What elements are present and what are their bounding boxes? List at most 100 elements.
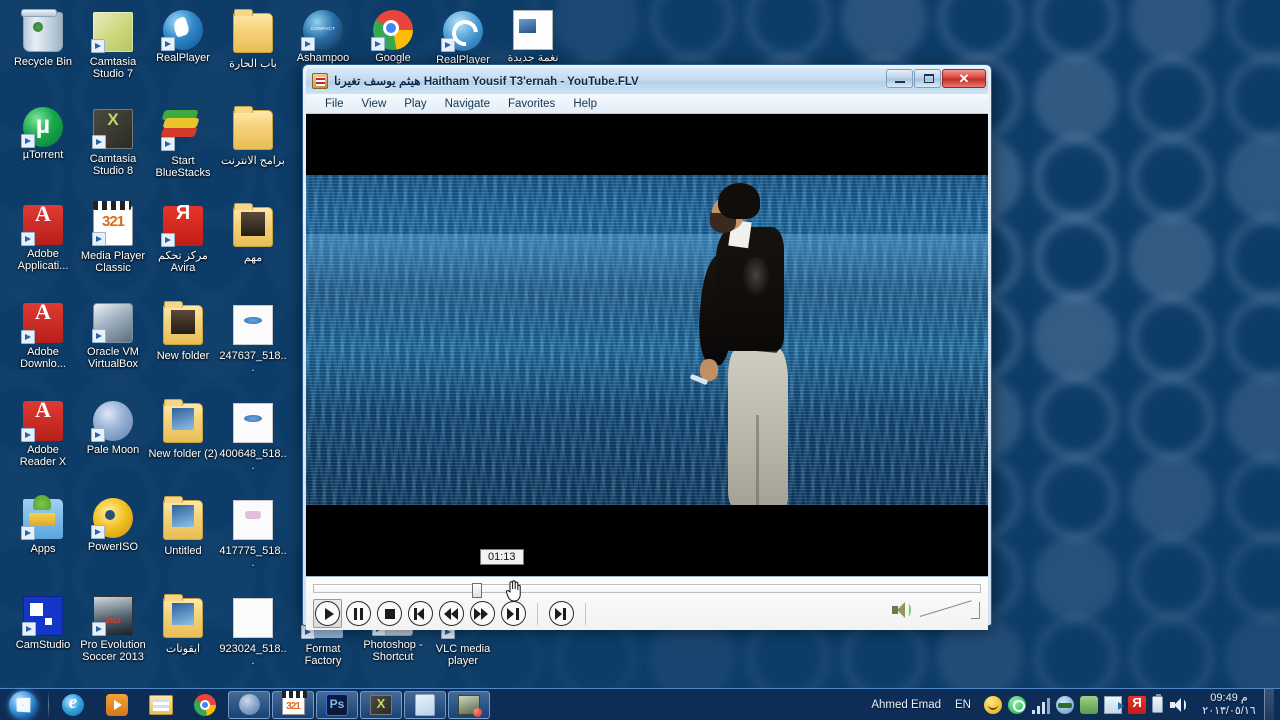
desktop-icon-label: Adobe Applicati...	[17, 248, 69, 272]
taskbar-clock[interactable]: 09:49 م ٢٠١٣/٠٥/١٦	[1198, 692, 1260, 718]
taskbar-media-player-classic[interactable]	[272, 690, 314, 719]
taskbar-notes[interactable]	[404, 690, 446, 719]
tray-smiley-icon[interactable]	[984, 695, 1002, 714]
video-display-area[interactable]: 01:13	[306, 114, 988, 576]
desktop-icon-untitled-folder[interactable]: Untitled	[148, 495, 218, 557]
desktop-icon-label: Apps	[30, 543, 56, 555]
desktop-icon-pale-moon[interactable]: Pale Moon	[78, 398, 148, 456]
media-player-classic-window[interactable]: هيثم يوسف تغيرنا Haitham Yousif T3'ernah…	[302, 64, 992, 630]
desktop-icon-start-bluestacks[interactable]: Start BlueStacks	[148, 105, 218, 179]
desktop-icon-poweriso[interactable]: PowerISO	[78, 495, 148, 553]
desktop-icon-realplayer[interactable]: RealPlayer	[148, 8, 218, 64]
desktop-icon-realplayer-conv[interactable]: RealPlayer	[428, 8, 498, 66]
desktop-icon-camtasia-studio-8[interactable]: Camtasia Studio 8	[78, 105, 148, 177]
language-indicator[interactable]: EN	[955, 699, 971, 711]
desktop-icon-adobe-download[interactable]: Adobe Downlo...	[8, 300, 78, 370]
tray-network-icon[interactable]	[1056, 695, 1074, 714]
desktop-icon-avira-control[interactable]: مركز تحكم Avira	[148, 202, 218, 274]
maximize-button[interactable]	[914, 69, 941, 88]
tray-volume-icon[interactable]	[1169, 696, 1187, 714]
speaker-icon[interactable]	[892, 601, 912, 619]
desktop-icon-image-247637[interactable]: 247637_518...	[218, 300, 288, 374]
image-400648-icon	[233, 403, 273, 443]
desktop-icon-image-417775[interactable]: 417775_518...	[218, 495, 288, 569]
desktop-icon-oracle-vm-virtualbox[interactable]: Oracle VM VirtualBox	[78, 300, 148, 370]
frame-step-button[interactable]	[547, 599, 576, 628]
menu-view[interactable]: View	[353, 96, 396, 112]
start-button[interactable]	[0, 690, 46, 720]
taskbar-windows-explorer[interactable]	[140, 691, 182, 719]
desktop-icon-adobe-application[interactable]: Adobe Applicati...	[8, 202, 78, 272]
taskbar-internet-explorer-icon	[62, 692, 84, 716]
tray-signal-icon[interactable]	[1032, 695, 1050, 714]
window-titlebar[interactable]: هيثم يوسف تغيرنا Haitham Yousif T3'ernah…	[306, 68, 988, 94]
desktop[interactable]: Recycle Bin Camtasia Studio 7 RealPlayer با…	[0, 0, 1280, 720]
desktop-icon-camtasia-studio-7[interactable]: Camtasia Studio 7	[78, 8, 148, 80]
clock-time: 09:49 م	[1210, 691, 1248, 704]
pause-icon	[346, 601, 371, 626]
desktop-icon-label: 417775_518...	[219, 545, 287, 569]
desktop-icon-ashampoo[interactable]: Ashampoo	[288, 8, 358, 64]
shortcut-arrow-icon	[161, 137, 175, 151]
desktop-icon-pro-evolution-soccer-2013[interactable]: Pro Evolution Soccer 2013	[78, 593, 148, 663]
seek-slider-thumb[interactable]	[472, 583, 482, 598]
stop-button[interactable]	[375, 599, 404, 628]
taskbar-camtasia[interactable]	[360, 690, 402, 719]
desktop-icon-utorrent[interactable]: µTorrent	[8, 105, 78, 161]
desktop-icon-image-400648[interactable]: 400648_518...	[218, 398, 288, 472]
step-back-button[interactable]	[437, 599, 466, 628]
volume-group[interactable]	[892, 597, 980, 619]
skip-forward-button[interactable]	[499, 599, 528, 628]
tray-avira-icon[interactable]	[1128, 695, 1146, 714]
desktop-icon-folder-bab-alhara[interactable]: باب الحارة	[218, 8, 288, 70]
menu-favorites[interactable]: Favorites	[499, 96, 564, 112]
taskbar-pale-moon[interactable]	[228, 690, 270, 719]
pause-button[interactable]	[344, 599, 373, 628]
step-forward-button[interactable]	[468, 599, 497, 628]
desktop-icon-label: نغمة جديدة	[507, 52, 559, 64]
tray-message-icon[interactable]	[1080, 695, 1098, 714]
close-button[interactable]: ✕	[942, 69, 986, 88]
desktop-icon-image-923024[interactable]: 923024_518...	[218, 593, 288, 667]
play-button[interactable]	[313, 599, 342, 628]
play-icon	[315, 601, 340, 626]
menu-play[interactable]: Play	[395, 96, 435, 112]
desktop-icon-new-folder-2[interactable]: New folder (2)	[148, 398, 218, 460]
menu-navigate[interactable]: Navigate	[436, 96, 499, 112]
seek-slider[interactable]	[313, 583, 981, 598]
desktop-icon-media-player-classic[interactable]: Media Player Classic	[78, 201, 148, 274]
tray-battery-icon[interactable]	[1152, 694, 1163, 713]
desktop-icon-recycle-bin[interactable]: Recycle Bin	[8, 8, 78, 68]
desktop-icon-folder-muhim[interactable]: مهم	[218, 202, 288, 264]
taskbar-photoshop[interactable]	[316, 690, 358, 719]
desktop-icon-camstudio[interactable]: CamStudio	[8, 593, 78, 651]
skip-back-button[interactable]	[406, 599, 435, 628]
tray-whatsapp-icon[interactable]	[1008, 695, 1026, 714]
desktop-icon-google-chrome[interactable]: Google	[358, 8, 428, 64]
shortcut-arrow-icon	[161, 233, 175, 247]
playback-controls-bar[interactable]	[306, 576, 988, 630]
menu-file[interactable]: File	[316, 96, 353, 112]
desktop-icon-audio-file[interactable]: نغمة جديدة	[498, 8, 568, 64]
taskbar-internet-explorer[interactable]	[52, 691, 94, 719]
desktop-icon-folder-ayqonat[interactable]: ايقونات	[148, 593, 218, 655]
shortcut-arrow-icon	[92, 329, 106, 343]
menu-help[interactable]: Help	[564, 96, 606, 112]
minimize-button[interactable]	[886, 69, 913, 88]
show-desktop-button[interactable]	[1264, 688, 1274, 720]
desktop-icon-label: Google	[375, 52, 411, 64]
desktop-icon-adobe-reader-x[interactable]: Adobe Reader X	[8, 398, 78, 468]
desktop-icon-apps[interactable]: Apps	[8, 495, 78, 555]
app-icon	[312, 73, 328, 89]
taskbar-button-list	[51, 690, 491, 719]
taskbar-google-chrome[interactable]	[184, 691, 226, 719]
taskbar-photo-viewer[interactable]	[448, 690, 490, 719]
folder-internet-icon	[233, 106, 273, 150]
volume-slider[interactable]	[919, 597, 980, 619]
system-tray[interactable]: Ahmed Emad EN 09:49 م ٢٠١٣/٠٥/١٦	[871, 688, 1280, 720]
taskbar[interactable]: Ahmed Emad EN 09:49 م ٢٠١٣/٠٥/١٦	[0, 688, 1280, 720]
desktop-icon-folder-internet[interactable]: برامج الانترنت	[218, 105, 288, 167]
desktop-icon-new-folder[interactable]: New folder	[148, 300, 218, 362]
taskbar-windows-media-player[interactable]	[96, 691, 138, 719]
tray-flag-icon[interactable]	[1104, 695, 1124, 714]
